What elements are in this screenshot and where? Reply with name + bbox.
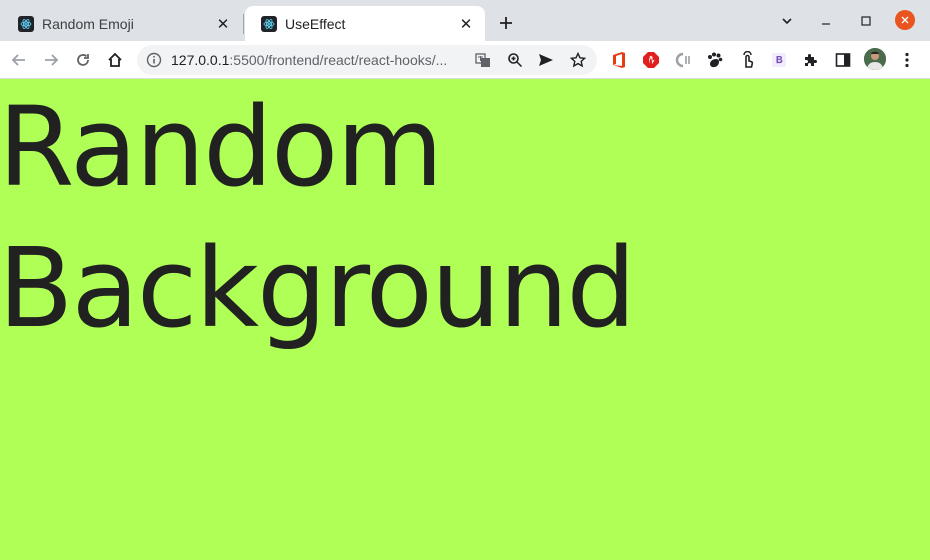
minimize-icon [822, 23, 830, 25]
translate-icon[interactable] [472, 49, 494, 71]
tab-useeffect[interactable]: UseEffect ✕ [245, 6, 485, 41]
tab-title: Random Emoji [42, 15, 134, 32]
tab-random-emoji[interactable]: Random Emoji ✕ [2, 6, 242, 41]
tab-divider [243, 14, 244, 34]
page-heading: Random Background [0, 83, 636, 352]
star-icon[interactable] [567, 49, 589, 71]
close-icon [901, 16, 909, 24]
bootstrap-extension-icon[interactable] [769, 50, 789, 70]
minimize-button[interactable] [813, 8, 839, 34]
address-bar[interactable]: 127.0.0.1:5500/frontend/react/react-hook… [137, 45, 597, 75]
url-host: 127.0.0.1 [171, 52, 230, 68]
plus-icon [500, 17, 512, 29]
code-extension-icon[interactable] [673, 50, 693, 70]
page-viewport: Random Background [0, 79, 930, 560]
arrow-left-icon [11, 54, 25, 66]
tab-search-button[interactable] [774, 8, 800, 34]
menu-kebab-icon[interactable] [897, 50, 917, 70]
reload-button[interactable] [70, 47, 96, 73]
react-icon [18, 15, 34, 32]
paw-extension-icon[interactable] [705, 50, 725, 70]
home-icon [108, 52, 122, 67]
url-text[interactable]: 127.0.0.1:5500/frontend/react/react-hook… [171, 52, 466, 68]
zoom-icon[interactable] [504, 49, 526, 71]
new-tab-button[interactable] [494, 11, 518, 35]
office-extension-icon[interactable] [609, 50, 629, 70]
back-button[interactable] [6, 47, 32, 73]
chevron-down-icon [782, 18, 792, 25]
arrow-right-icon [45, 54, 59, 66]
adblock-extension-icon[interactable] [641, 50, 661, 70]
react-icon [261, 15, 277, 32]
maximize-button[interactable] [853, 8, 879, 34]
tab-title: UseEffect [285, 15, 346, 32]
extensions-puzzle-icon[interactable] [801, 50, 821, 70]
send-icon[interactable] [535, 49, 557, 71]
gesture-extension-icon[interactable] [737, 50, 757, 70]
window-close-button[interactable] [895, 10, 915, 30]
url-path: :5500/frontend/react/react-hooks/... [229, 52, 448, 68]
close-icon[interactable]: ✕ [457, 15, 475, 33]
browser-toolbar: 127.0.0.1:5500/frontend/react/react-hook… [0, 41, 930, 79]
forward-button[interactable] [38, 47, 64, 73]
tab-strip: Random Emoji ✕ UseEffect ✕ [0, 0, 930, 41]
info-icon[interactable] [146, 52, 162, 68]
side-panel-icon[interactable] [833, 50, 853, 70]
profile-avatar[interactable] [864, 48, 886, 70]
close-icon[interactable]: ✕ [214, 15, 232, 33]
home-button[interactable] [102, 47, 128, 73]
maximize-icon [861, 16, 871, 26]
reload-icon [77, 54, 89, 66]
